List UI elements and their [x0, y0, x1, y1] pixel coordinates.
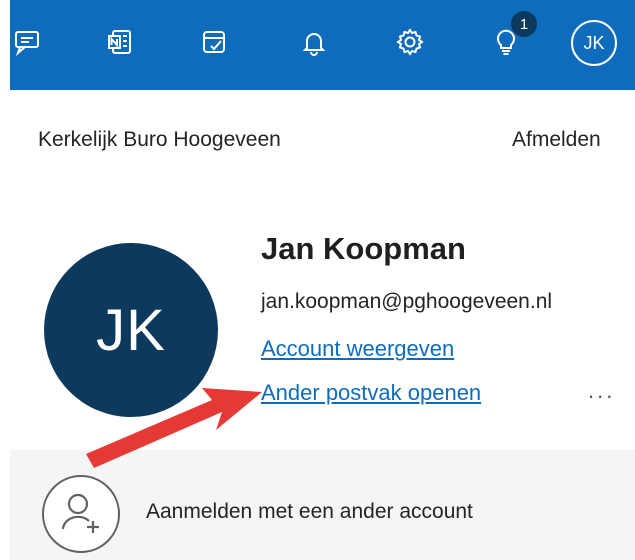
tips-count-badge: 1 [510, 10, 538, 38]
organization-name: Kerkelijk Buro Hoogeveen [38, 128, 281, 151]
sign-out-link[interactable]: Afmelden [512, 128, 601, 152]
view-account-link[interactable]: Account weergeven [261, 336, 454, 362]
add-account-icon[interactable] [42, 475, 120, 553]
open-other-mailbox-link[interactable]: Ander postvak openen [261, 380, 481, 406]
account-manager-avatar[interactable]: JK [571, 20, 617, 66]
todo-icon[interactable] [194, 22, 234, 62]
sign-in-other-account-link[interactable]: Aanmelden met een ander account [146, 500, 473, 524]
gear-icon[interactable] [390, 22, 430, 62]
onenote-icon[interactable] [100, 22, 140, 62]
more-options-button[interactable]: ... [588, 378, 615, 404]
user-name: Jan Koopman [261, 231, 466, 266]
profile-avatar[interactable]: JK [44, 243, 218, 417]
user-email: jan.koopman@pghoogeveen.nl [261, 290, 553, 313]
chat-icon[interactable] [8, 22, 48, 62]
bell-icon[interactable] [294, 22, 334, 62]
